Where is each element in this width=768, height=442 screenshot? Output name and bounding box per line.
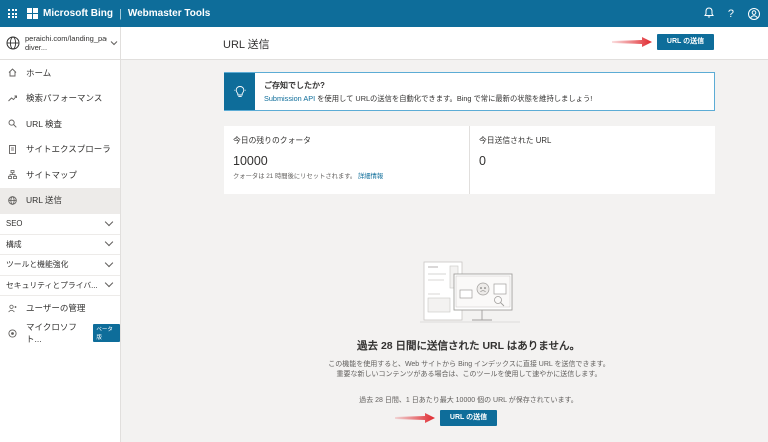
arrow-icon [612,37,652,47]
help-icon[interactable]: ? [728,8,734,20]
nav-group-security[interactable]: セキュリティとプライバ... [0,274,120,296]
chevron-down-icon [104,217,114,226]
empty-state-illustration [420,261,520,323]
remaining-quota: 今日の残りのクォータ 10000 クォータは 21 時間後にリセットされます。 … [224,126,469,194]
submitted-today-value: 0 [479,154,486,168]
home-icon [8,68,17,77]
nav-group-configuration[interactable]: 構成 [0,233,120,255]
brand-name: Microsoft Bing [43,8,113,19]
search-icon [8,119,17,128]
arrow-icon [395,413,435,423]
remaining-quota-value: 10000 [233,154,268,168]
nav-item-url-inspection[interactable]: URL 検査 [0,111,120,137]
site-selector[interactable]: peraichi.com/landing_pages/view/bucho-di… [0,27,120,60]
trend-icon [8,94,17,103]
nav-group-seo[interactable]: SEO [0,213,120,234]
nav-label: サイトエクスプローラ [26,144,111,155]
remaining-quota-label: 今日の残りのクォータ [233,136,311,145]
nav-menu: ホーム 検索パフォーマンス URL 検査 サイトエクスプローラ サイトマップ U… [0,60,120,213]
chevron-down-icon [104,279,114,288]
site-url: peraichi.com/landing_pages/view/bucho-di… [25,34,107,52]
nav-item-submit-urls[interactable]: URL 送信 [0,187,120,213]
details-link[interactable]: 詳細情報 [358,173,383,180]
chevron-down-icon [104,238,114,247]
nav-group-tools[interactable]: ツールと機能強化 [0,254,120,275]
waffle-icon[interactable] [8,9,17,18]
submitted-today: 今日送信された URL 0 [469,126,715,194]
empty-state-title: 過去 28 日間に送信された URL はありません。 [357,340,580,352]
nav-item-user-management[interactable]: ユーザーの管理 [0,295,120,321]
nav-item-home[interactable]: ホーム [0,60,120,86]
reset-text: クォータは 21 時間後にリセットされます。 [233,173,357,180]
product-name: Webmaster Tools [127,8,211,19]
globe-icon [6,36,20,50]
nav-label: 検索パフォーマンス [26,93,103,104]
chevron-down-icon [104,258,114,267]
brand-separator: | [119,7,122,20]
group-label: ツールと機能強化 [6,260,69,270]
document-icon [8,144,17,154]
group-label: 構成 [6,239,22,249]
sitemap-icon [8,170,17,180]
sidebar: peraichi.com/landing_pages/view/bucho-di… [0,27,121,442]
quota-card: 今日の残りのクォータ 10000 クォータは 21 時間後にリセットされます。 … [224,126,715,194]
nav-label: URL 送信 [26,195,63,206]
microsoft-logo-icon [27,8,38,19]
info-title: ご存知でしたか? [264,81,325,90]
nav-label: URL 検査 [26,118,63,129]
nav-label: マイクロソフト... [26,322,77,345]
chevron-down-icon [110,41,118,46]
group-label: SEO [6,219,23,229]
nav-item-microsoft-copilot[interactable]: マイクロソフト... ベータ版 [0,321,120,347]
info-text-body: を使用して URLの送信を自動化できます。Bing で常に最新の状態を維持しまし… [315,94,593,103]
users-icon [8,304,17,313]
group-label: セキュリティとプライバ... [6,280,98,290]
submit-url-button-header[interactable]: URL の送信 [657,34,714,50]
info-text: Submission API を使用して URLの送信を自動化できます。Bing… [264,94,592,104]
nav-label: ユーザーの管理 [26,303,86,314]
nav-label: ホーム [26,67,52,78]
submitted-today-label: 今日送信された URL [479,136,552,145]
nav-label: サイトマップ [26,169,78,180]
top-bar: Microsoft Bing | Webmaster Tools ? [0,0,768,27]
empty-state-note: 過去 28 日間、1 日あたり最大 10000 個の URL が保存されています… [359,397,578,404]
page-title: URL 送信 [223,39,270,51]
nav-item-search-performance[interactable]: 検索パフォーマンス [0,86,120,112]
submit-url-button-main[interactable]: URL の送信 [440,410,497,426]
bell-icon[interactable] [703,6,714,21]
quota-reset-text: クォータは 21 時間後にリセットされます。 詳細情報 [233,171,469,180]
empty-state-description: この機能を使用すると、Web サイトから Bing インデックスに直接 URL … [328,361,610,378]
beta-badge: ベータ版 [93,324,120,343]
nav-item-sitemaps[interactable]: サイトマップ [0,162,120,188]
account-icon[interactable] [748,7,760,20]
submission-api-link[interactable]: Submission API [264,94,315,103]
info-banner: ご存知でしたか? Submission API を使用して URLの送信を自動化… [224,72,715,111]
globe-icon [8,196,17,205]
nav-item-site-explorer[interactable]: サイトエクスプローラ [0,137,120,163]
copilot-icon [8,329,17,338]
lightbulb-icon [224,73,255,110]
